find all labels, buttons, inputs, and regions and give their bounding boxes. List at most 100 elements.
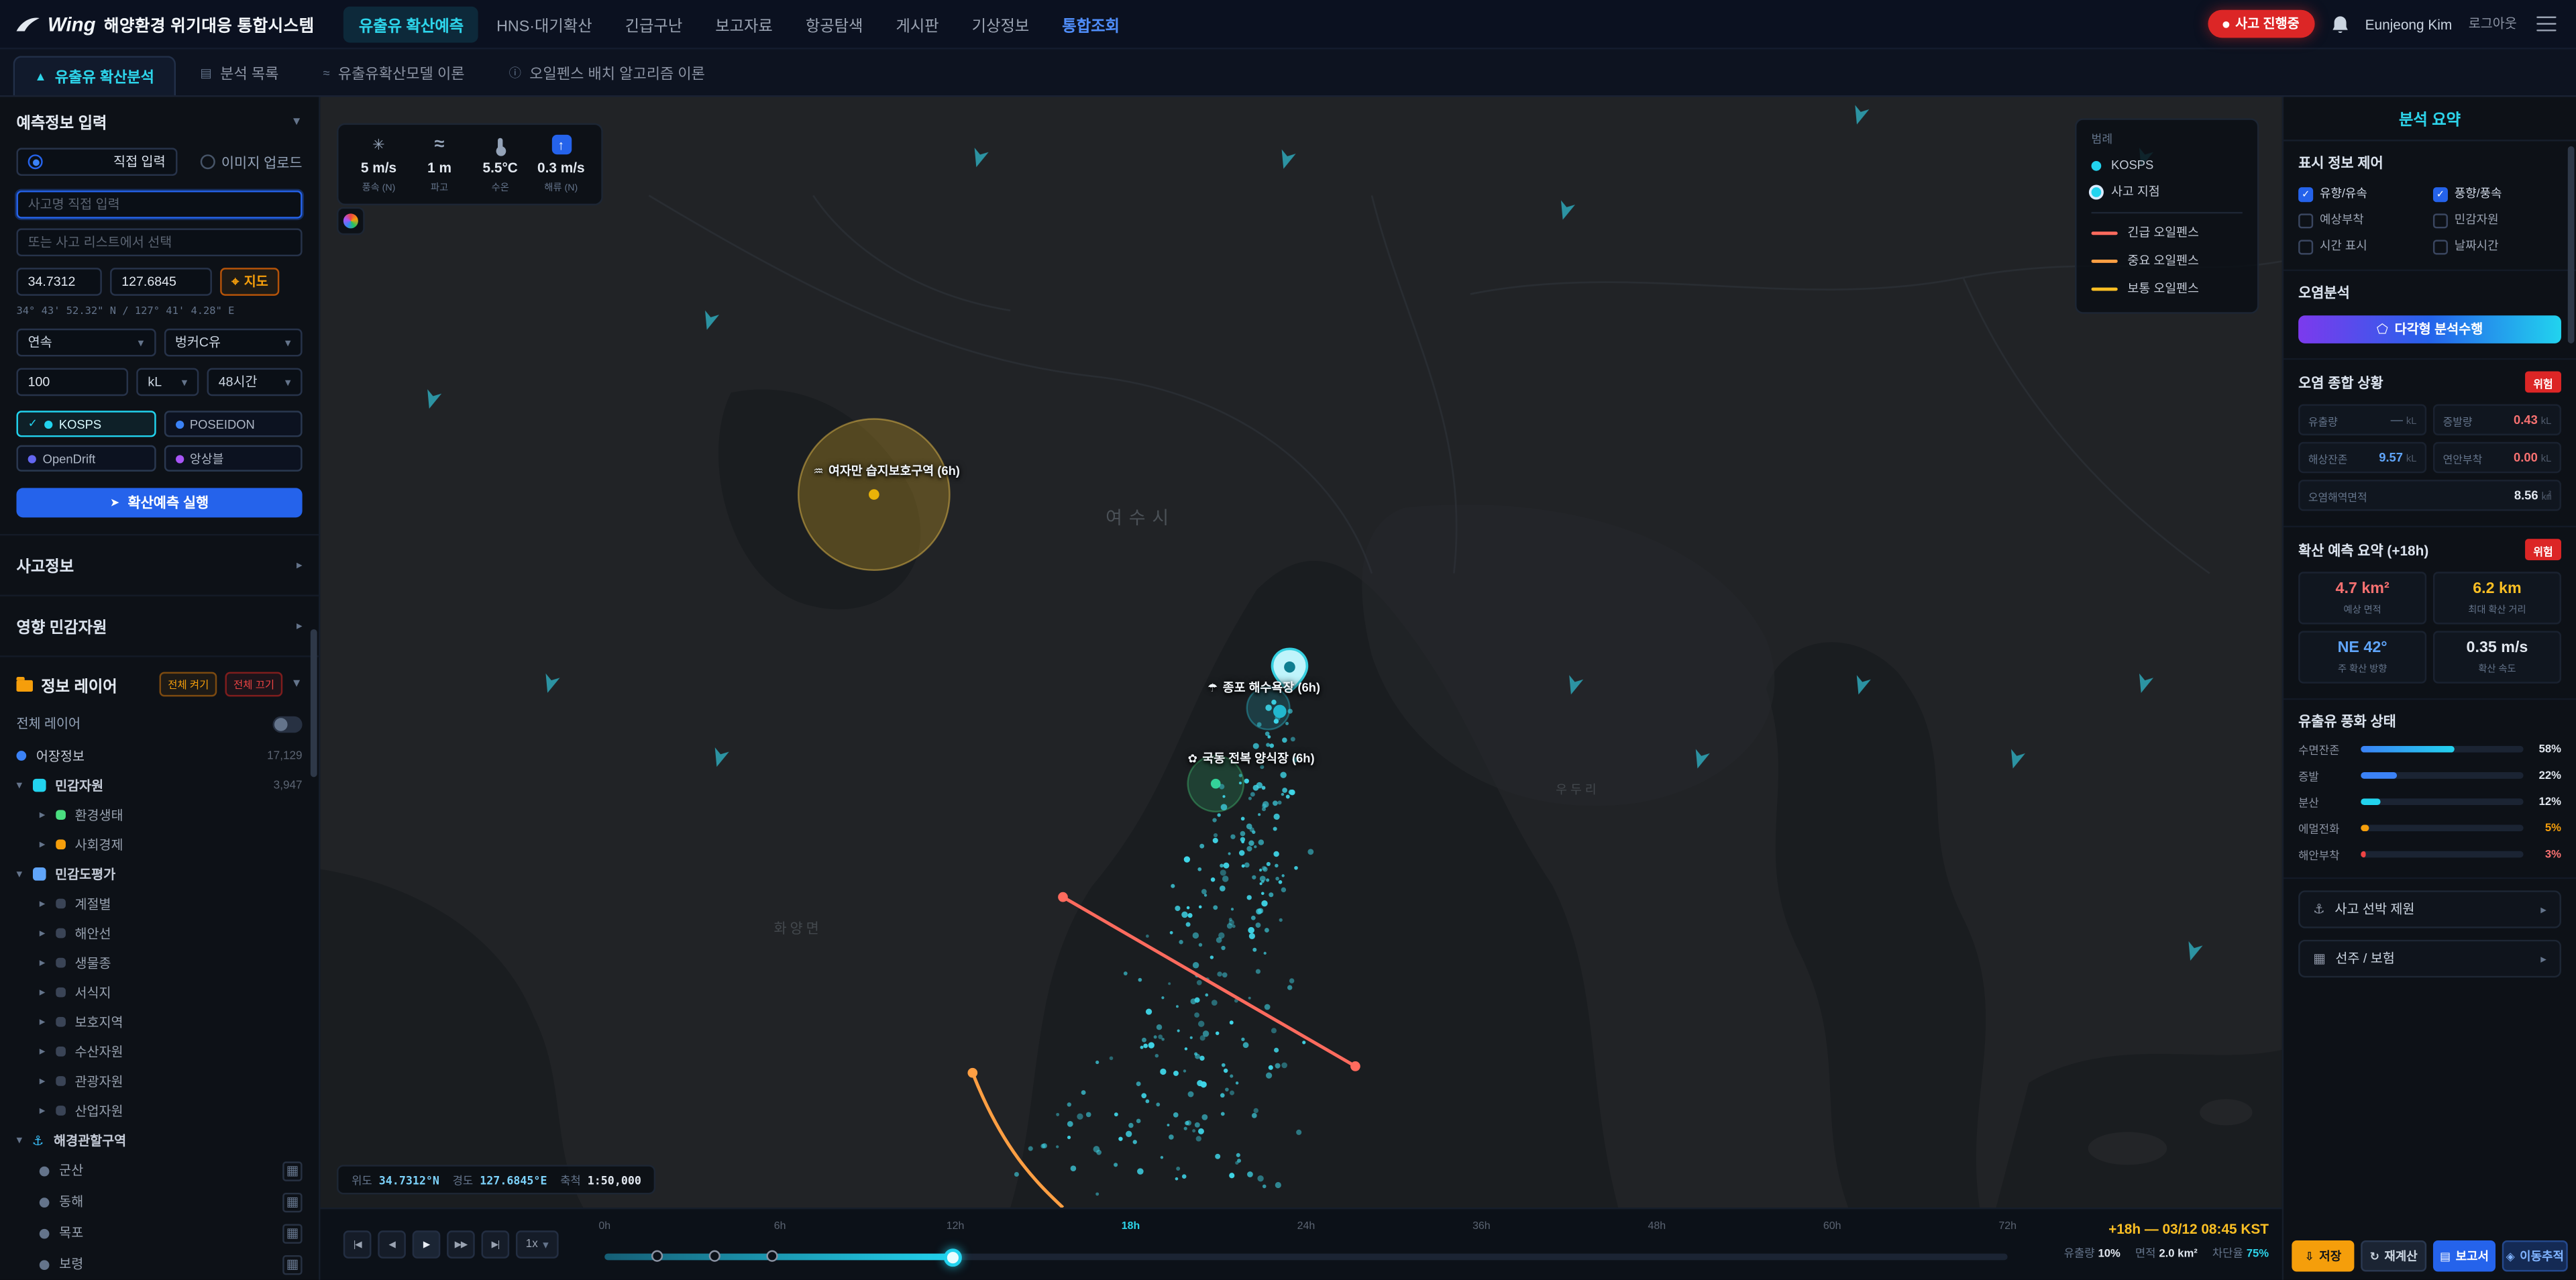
radio-direct-input[interactable]: 직접 입력	[16, 148, 176, 176]
timeline-tick-6h[interactable]: 6h	[774, 1221, 786, 1232]
layer-row-3[interactable]: ▾민감도평가	[0, 859, 319, 889]
timeline-tick-0h[interactable]: 0h	[598, 1221, 610, 1232]
timeline-tick-60h[interactable]: 60h	[1823, 1221, 1841, 1232]
layers-all-on-button[interactable]: 전체 켜기	[160, 672, 217, 697]
wetland-label[interactable]: ♒ 여자만 습지보호구역 (6h)	[813, 462, 960, 480]
owner-insurance-section[interactable]: ▦ 선주 / 보험 ▸	[2298, 940, 2561, 977]
layer-row-1[interactable]: 어장정보17,129	[0, 741, 319, 770]
nav-item-7[interactable]: 기상정보	[957, 6, 1044, 42]
display-option-2[interactable]: ✓풍향/풍속	[2433, 186, 2561, 202]
all-layers-toggle[interactable]	[273, 716, 303, 732]
timeline-tick-72h[interactable]: 72h	[1998, 1221, 2017, 1232]
region-map-button[interactable]: ▦	[282, 1192, 302, 1212]
layer-subrow[interactable]: ▸환경생태	[0, 800, 319, 830]
amount-input[interactable]	[16, 368, 128, 396]
layer-subrow[interactable]: 목포▦	[0, 1218, 319, 1249]
model-chip-앙상블[interactable]: 앙상블	[164, 445, 303, 472]
timeline-tick-36h[interactable]: 36h	[1472, 1221, 1491, 1232]
layer-subrow[interactable]: 보령▦	[0, 1248, 319, 1280]
save-button[interactable]: ⇩저장	[2292, 1240, 2354, 1272]
prediction-input-header[interactable]: 예측정보 입력 ▼	[16, 110, 302, 133]
nav-item-4[interactable]: 보고자료	[700, 6, 788, 42]
accident-info-section[interactable]: 사고정보 ▸	[0, 534, 319, 595]
nav-item-5[interactable]: 항공탐색	[791, 6, 878, 42]
layer-subrow[interactable]: ▸관광자원	[0, 1066, 319, 1096]
display-option-4[interactable]: 민감자원	[2433, 212, 2561, 228]
timeline-event-marker[interactable]	[766, 1250, 777, 1262]
pick-on-map-button[interactable]: ⌖ 지도	[220, 268, 280, 296]
timeline-thumb[interactable]	[944, 1248, 962, 1266]
map-canvas[interactable]: 여수시 화양면 우두리 ♒ 여자만 습지보호구역 (6h) ☂ 종포 해수욕장 …	[321, 97, 2282, 1208]
timeline-event-marker[interactable]	[709, 1250, 720, 1262]
nav-item-2[interactable]: HNS·대기확산	[482, 6, 607, 42]
layer-subrow[interactable]: ▸수산자원	[0, 1036, 319, 1066]
logout-button[interactable]: 로그아웃	[2469, 15, 2517, 33]
weathering-title: 유출유 풍화 상태	[2298, 711, 2396, 731]
sidebar-scrollbar[interactable]	[311, 629, 317, 777]
latitude-input[interactable]	[16, 268, 101, 296]
oil-type-select[interactable]: 벙커C유 ▾	[164, 329, 303, 357]
map-style-button[interactable]	[337, 207, 365, 235]
layer-row-2[interactable]: ▾민감자원3,947	[0, 771, 319, 800]
layer-subrow[interactable]: ▸해안선	[0, 918, 319, 948]
model-chip-kosps[interactable]: ✓KOSPS	[16, 411, 155, 437]
spill-type-select[interactable]: 연속 ▾	[16, 329, 155, 357]
polygon-analysis-button[interactable]: ⬠ 다각형 분석수행	[2298, 315, 2561, 343]
forecast-cell-1: 4.7 km²예상 면적	[2298, 572, 2426, 624]
timeline-tick-12h[interactable]: 12h	[947, 1221, 965, 1232]
tab-1[interactable]: ▲유출유 확산분석	[13, 56, 176, 95]
display-option-6[interactable]: 날짜시간	[2433, 238, 2561, 254]
timeline-tick-18h[interactable]: 18h	[1122, 1221, 1140, 1232]
beach-label[interactable]: ☂ 종포 해수욕장 (6h)	[1208, 678, 1320, 696]
checkbox: ✓	[2433, 186, 2448, 201]
layer-subrow[interactable]: ▸생물종	[0, 948, 319, 977]
notifications-bell-icon[interactable]	[2330, 14, 2349, 34]
tab-2[interactable]: ▤분석 목록	[180, 49, 299, 95]
nav-item-8[interactable]: 통합조회	[1047, 6, 1134, 42]
impact-resources-section[interactable]: 영향 민감자원 ▸	[0, 595, 319, 656]
unit-select[interactable]: kL ▾	[136, 368, 199, 396]
duration-select[interactable]: 48시간 ▾	[207, 368, 303, 396]
timeline-tick-24h[interactable]: 24h	[1297, 1221, 1316, 1232]
aquafarm-label[interactable]: ✿ 국동 전복 양식장 (6h)	[1188, 749, 1315, 767]
region-map-button[interactable]: ▦	[282, 1223, 302, 1242]
nav-item-1[interactable]: 유출유 확산예측	[344, 6, 478, 42]
layer-subrow[interactable]: 군산▦	[0, 1155, 319, 1187]
timeline-tick-48h[interactable]: 48h	[1648, 1221, 1666, 1232]
nav-item-6[interactable]: 게시판	[881, 6, 953, 42]
accident-list-input[interactable]	[16, 228, 302, 256]
radio-image-upload[interactable]: 이미지 업로드	[200, 152, 303, 172]
timeline-event-marker[interactable]	[651, 1250, 663, 1262]
timeline-track[interactable]	[604, 1254, 2007, 1261]
layer-subrow[interactable]: ▸산업자원	[0, 1096, 319, 1125]
report-button[interactable]: ▤보고서	[2433, 1240, 2496, 1272]
tab-4[interactable]: ⓘ오일펜스 배치 알고리즘 이론	[489, 49, 724, 95]
run-prediction-button[interactable]: ➤ 확산예측 실행	[16, 488, 302, 517]
vessel-spec-section[interactable]: ⚓ 사고 선박 제원 ▸	[2298, 890, 2561, 928]
tab-3[interactable]: ≈유출유확산모델 이론	[303, 49, 484, 95]
layer-subrow[interactable]: ▸보호지역	[0, 1007, 319, 1036]
layer-dot	[16, 751, 26, 761]
display-option-3[interactable]: 예상부착	[2298, 212, 2426, 228]
accident-name-input[interactable]	[16, 191, 302, 219]
region-map-button[interactable]: ▦	[282, 1255, 302, 1274]
layer-row-4[interactable]: ▾⚓해경관할구역	[0, 1126, 319, 1155]
layer-subrow[interactable]: ▸사회경제	[0, 830, 319, 859]
tracking-button[interactable]: ◈이동추적	[2502, 1240, 2568, 1272]
menu-hamburger-icon[interactable]	[2533, 13, 2559, 35]
panel-scrollbar[interactable]	[2568, 146, 2575, 343]
display-option-1[interactable]: ✓유향/유속	[2298, 186, 2426, 202]
app-logo[interactable]: Wing 해양환경 위기대응 통합시스템	[16, 11, 314, 36]
layer-subrow[interactable]: ▸계절별	[0, 889, 319, 918]
incident-status-badge[interactable]: 사고 진행중	[2207, 10, 2314, 38]
layer-subrow[interactable]: 동해▦	[0, 1186, 319, 1218]
region-map-button[interactable]: ▦	[282, 1161, 302, 1180]
nav-item-3[interactable]: 긴급구난	[610, 6, 698, 42]
longitude-input[interactable]	[110, 268, 212, 296]
layers-all-off-button[interactable]: 전체 끄기	[225, 672, 283, 697]
display-option-5[interactable]: 시간 표시	[2298, 238, 2426, 254]
model-chip-poseidon[interactable]: POSEIDON	[164, 411, 303, 437]
model-chip-opendrift[interactable]: OpenDrift	[16, 445, 155, 472]
layer-subrow[interactable]: ▸서식지	[0, 977, 319, 1007]
recalculate-button[interactable]: ↻재계산	[2361, 1240, 2426, 1272]
